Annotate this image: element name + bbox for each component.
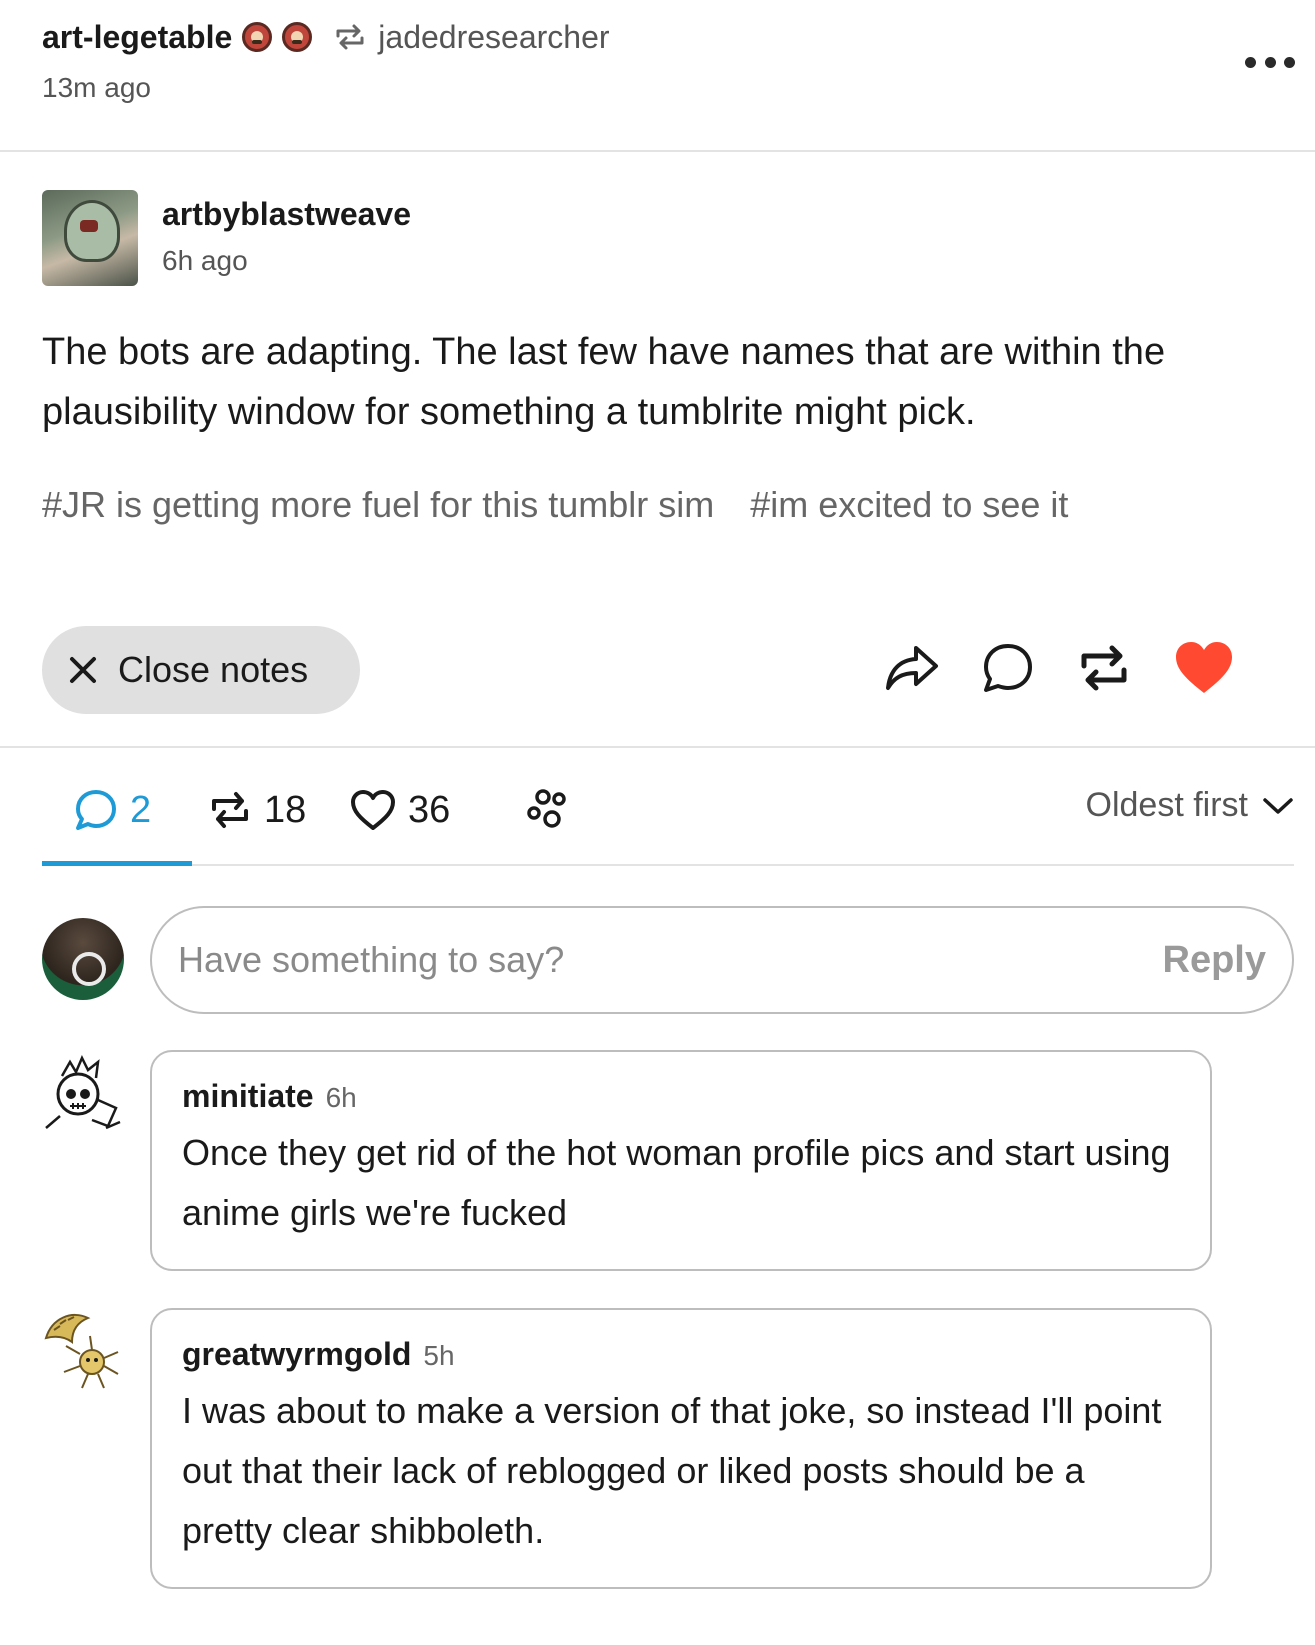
notes-tabs: 2 18 36 Oldest first [42,770,1294,866]
comment-icon [76,790,116,830]
reblogs-count: 18 [264,788,307,831]
commenter-avatar[interactable] [42,1050,124,1132]
heart-icon [351,790,395,830]
replies-count: 2 [130,788,152,831]
comment-bubble: minitiate 6h Once they get rid of the ho… [150,1050,1212,1271]
reblog-button[interactable] [1072,636,1136,700]
commenter-name[interactable]: greatwyrmgold [182,1336,411,1373]
tag-link[interactable]: #JR is getting more fuel for this tumblr… [42,484,714,526]
tag-link[interactable]: #im excited to see it [750,484,1068,526]
dot-icon [1245,56,1256,68]
reply-row: Reply [42,906,1294,1016]
tab-reblogs[interactable]: 18 [208,782,306,838]
author-meta: artbyblastweave 6h ago [162,190,411,286]
sort-label: Oldest first [1085,786,1248,824]
dot-icon [1284,56,1295,68]
divider [0,746,1315,748]
reply-input[interactable] [178,939,1038,981]
commenter-name[interactable]: minitiate [182,1078,314,1115]
post-header: art-legetable jadedresearcher 13m ago [0,0,1315,152]
post-actions [0,636,1315,706]
share-icon [886,646,938,690]
chevron-down-icon [1263,797,1293,814]
header-top-row: art-legetable jadedresearcher [42,16,610,58]
reblog-icon [334,20,368,54]
post-tags: #JR is getting more fuel for this tumblr… [42,484,1104,526]
author-avatar[interactable] [42,190,138,286]
reply-submit-button[interactable]: Reply [1163,939,1266,982]
my-avatar [42,918,124,1000]
active-tab-indicator [42,861,192,866]
reblog-icon [212,792,248,828]
tab-replies[interactable]: 2 [74,782,151,838]
reblog-icon [1081,645,1127,691]
comment-time: 5h [423,1340,455,1371]
more-options-button[interactable] [1245,52,1295,72]
like-button[interactable] [1172,636,1236,700]
reply-icon [984,644,1032,692]
comment-header: minitiate 6h [182,1078,1180,1115]
tab-communities[interactable] [526,782,572,838]
comment-bubble: greatwyrmgold 5h I was about to make a v… [150,1308,1212,1589]
tab-likes[interactable]: 36 [350,782,450,838]
sort-dropdown[interactable]: Oldest first [1086,786,1294,825]
reblogger-name[interactable]: art-legetable [42,19,232,56]
badge-icon [282,22,313,52]
comment-time: 6h [325,1082,357,1113]
community-icon [527,789,566,828]
reblogged-from-name[interactable]: jadedresearcher [378,19,609,56]
reply-box[interactable]: Reply [150,906,1294,1014]
commenter-avatar[interactable] [42,1308,124,1390]
comment-header: greatwyrmgold 5h [182,1336,1180,1373]
comment-text: I was about to make a version of that jo… [182,1390,1162,1551]
post-timestamp[interactable]: 13m ago [42,72,151,104]
original-author: artbyblastweave 6h ago [42,190,411,286]
share-button[interactable] [880,636,944,700]
author-timestamp: 6h ago [162,245,248,276]
dot-icon [1264,56,1276,68]
comment-text: Once they get rid of the hot woman profi… [182,1132,1171,1233]
badge-icon [242,22,273,52]
post-body-text: The bots are adapting. The last few have… [42,331,1166,433]
like-icon [1176,642,1232,693]
likes-count: 36 [408,788,451,831]
like-heart-shape [1176,642,1232,693]
reply-button[interactable] [976,636,1040,700]
author-name[interactable]: artbyblastweave [162,196,411,233]
